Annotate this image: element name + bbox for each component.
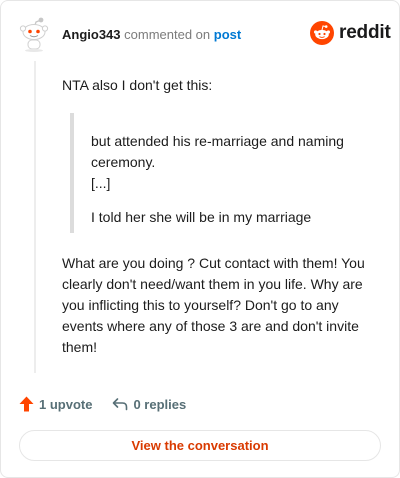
- upvote-arrow-icon[interactable]: [19, 396, 34, 412]
- username-link[interactable]: Angio343: [62, 27, 121, 42]
- snoo-avatar-icon: [19, 17, 49, 52]
- comment-header: Angio343 commented on post: [62, 27, 241, 43]
- upvote-action[interactable]: 1 upvote: [19, 396, 92, 412]
- reply-count: 0 replies: [133, 396, 187, 412]
- quote-line-2: [...]: [91, 175, 111, 191]
- reddit-logo-icon: [310, 21, 334, 45]
- comment-intro: NTA also I don't get this:: [62, 77, 213, 93]
- view-conversation-button[interactable]: View the conversation: [19, 430, 381, 461]
- quote-line-1: but attended his re-marriage and naming …: [91, 133, 344, 170]
- thread-line: [34, 61, 36, 373]
- embedded-comment-card: Angio343 commented on post reddit NTA al…: [0, 0, 400, 478]
- reply-action[interactable]: 0 replies: [112, 397, 186, 412]
- blockquote: but attended his re-marriage and naming …: [70, 113, 374, 233]
- commented-on-label: commented on: [124, 27, 211, 42]
- reddit-wordmark: reddit: [339, 22, 391, 43]
- reply-arrow-icon[interactable]: [112, 397, 128, 411]
- upvote-count: 1 upvote: [39, 396, 93, 412]
- comment-actions: 1 upvote 0 replies: [19, 396, 186, 412]
- quote-line-3: I told her she will be in my marriage: [91, 209, 312, 225]
- post-link[interactable]: post: [214, 27, 241, 42]
- reddit-logo[interactable]: reddit: [310, 21, 391, 45]
- comment-body: What are you doing ? Cut contact with th…: [62, 255, 365, 355]
